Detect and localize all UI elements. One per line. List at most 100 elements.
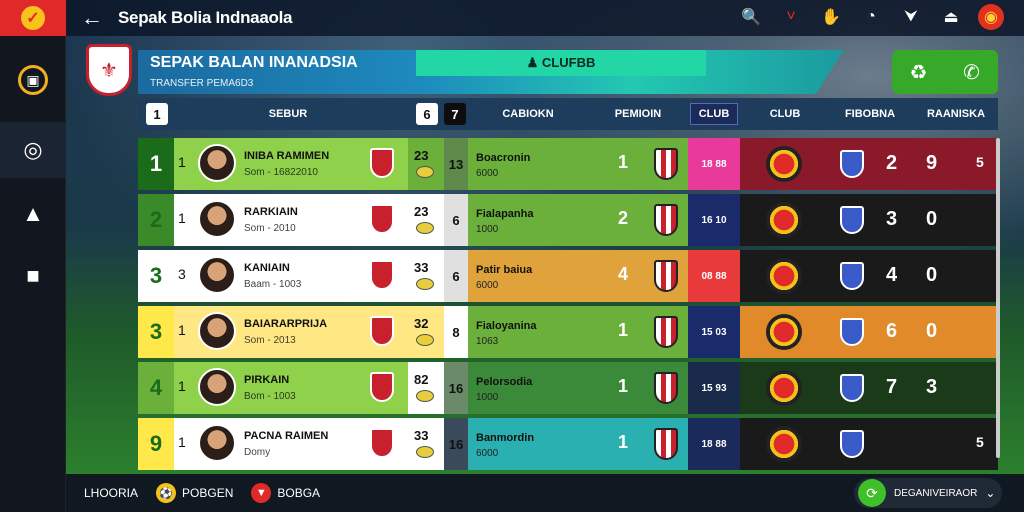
avatar bbox=[198, 424, 236, 462]
secondary-number: 8 bbox=[444, 306, 468, 358]
app-logo[interactable]: ✓ bbox=[0, 0, 66, 36]
header-col6[interactable]: PEMIOIN bbox=[608, 98, 668, 130]
club-cell[interactable]: Banmordin 6000 1 bbox=[468, 418, 688, 470]
table-row[interactable]: 9 1 PACNA RAIMEN Domy 33 16 Banmordin 60… bbox=[138, 418, 998, 470]
right-cell[interactable]: 7 3 bbox=[740, 362, 998, 414]
value-1: 3 bbox=[886, 208, 898, 230]
club-subtitle: 6000 bbox=[476, 280, 499, 291]
recycle-icon[interactable]: ♻ bbox=[904, 57, 934, 87]
right-cell[interactable]: 4 0 bbox=[740, 250, 998, 302]
club-cell[interactable]: Pelorsodia 1000 1 bbox=[468, 362, 688, 414]
avatar bbox=[198, 144, 236, 182]
right-cell[interactable]: 2 9 5 bbox=[740, 138, 998, 190]
header-col10[interactable]: RAANISKA bbox=[924, 98, 988, 130]
secondary-number: 13 bbox=[444, 138, 468, 190]
stat-cell: 33 bbox=[408, 250, 444, 302]
club-cell[interactable]: Fialapanha 1000 2 bbox=[468, 194, 688, 246]
table-row[interactable]: 3 1 BAIARARPRIJA Som - 2013 32 8 Fialoya… bbox=[138, 306, 998, 358]
table-row[interactable]: 3 3 KANIAIN Baam - 1003 33 6 Patir baiua… bbox=[138, 250, 998, 302]
stat-cell: 82 bbox=[408, 362, 444, 414]
player-name: KANIAIN bbox=[244, 262, 290, 274]
value-2: 0 bbox=[926, 264, 938, 286]
player-cell[interactable]: 3 KANIAIN Baam - 1003 bbox=[174, 250, 408, 302]
player-cell[interactable]: 1 BAIARARPRIJA Som - 2013 bbox=[174, 306, 408, 358]
position-number: 1 bbox=[178, 378, 186, 394]
chevron-icon[interactable]: ˅ bbox=[778, 4, 804, 30]
scrollbar[interactable] bbox=[996, 138, 1000, 458]
table-row[interactable]: 1 1 INIBA RAMIMEN Som - 16822010 23 13 B… bbox=[138, 138, 998, 190]
player-name: BAIARARPRIJA bbox=[244, 318, 328, 330]
arrow-left-icon: ← bbox=[81, 5, 103, 30]
position-number: 1 bbox=[178, 210, 186, 226]
player-club-crest bbox=[370, 428, 394, 458]
percent-cell: 18 88 bbox=[688, 138, 740, 190]
header-col5[interactable]: CABIOKN bbox=[488, 98, 568, 130]
hand-icon[interactable]: ✋ bbox=[818, 4, 844, 30]
avatar bbox=[198, 368, 236, 406]
ball-icon bbox=[416, 334, 434, 346]
search-icon[interactable]: 🔍 bbox=[738, 4, 764, 30]
value-2: 9 bbox=[926, 152, 938, 174]
player-subtitle: Som - 16822010 bbox=[244, 167, 318, 178]
player-subtitle: Som - 2010 bbox=[244, 223, 296, 234]
player-cell[interactable]: 1 PIRKAIN Bom - 1003 bbox=[174, 362, 408, 414]
percent-cell: 15 93 bbox=[688, 362, 740, 414]
right-cell[interactable]: 6 0 bbox=[740, 306, 998, 358]
player-name: PIRKAIN bbox=[244, 374, 290, 386]
shop-icon: ▣ bbox=[18, 65, 48, 95]
bottom-item-2-label: POBGEN bbox=[182, 486, 234, 500]
chat-icon[interactable]: ◔ bbox=[858, 4, 884, 30]
club-cell[interactable]: Boacronin 6000 1 bbox=[468, 138, 688, 190]
alert-icon[interactable]: ⏏ bbox=[938, 4, 964, 30]
deganiveiraor-dropdown[interactable]: ⟳ DEGANIVEIRAOR ⌄ bbox=[854, 478, 1002, 508]
sidebar-item-cleat[interactable]: ▲ bbox=[0, 186, 66, 242]
player-name: INIBA RAMIMEN bbox=[244, 150, 330, 162]
value-1: 7 bbox=[886, 376, 898, 398]
header-col8[interactable]: CLUB bbox=[758, 98, 812, 130]
shield-crest-icon bbox=[840, 318, 864, 346]
back-button[interactable]: ← bbox=[66, 5, 118, 31]
bottom-item-3[interactable]: ▼ BOBGA bbox=[251, 483, 320, 503]
table-row[interactable]: 4 1 PIRKAIN Bom - 1003 82 16 Pelorsodia … bbox=[138, 362, 998, 414]
table-row[interactable]: 2 1 RARKIAIN Som - 2010 23 6 Fialapanha … bbox=[138, 194, 998, 246]
striped-crest-icon bbox=[654, 428, 678, 460]
player-cell[interactable]: 1 INIBA RAMIMEN Som - 16822010 bbox=[174, 138, 408, 190]
player-cell[interactable]: 1 RARKIAIN Som - 2010 bbox=[174, 194, 408, 246]
bottom-item-1[interactable]: LHOORIA bbox=[84, 486, 138, 500]
player-club-crest bbox=[370, 148, 394, 178]
header-col1[interactable]: 1 bbox=[146, 103, 168, 125]
header-col9[interactable]: FIBOBNA bbox=[840, 98, 900, 130]
right-cell[interactable]: 3 0 bbox=[740, 194, 998, 246]
stat-cell: 32 bbox=[408, 306, 444, 358]
player-name: PACNA RAIMEN bbox=[244, 430, 329, 442]
sidebar-item-shop[interactable]: ▣ bbox=[0, 52, 66, 108]
club-name: Patir baiua bbox=[476, 264, 533, 276]
header-col4[interactable]: 7 bbox=[444, 103, 466, 125]
header-col2[interactable]: SEBUR bbox=[248, 98, 328, 130]
striped-crest-icon bbox=[654, 148, 678, 180]
player-club-crest bbox=[370, 372, 394, 402]
swirl-icon: ⟳ bbox=[858, 479, 886, 507]
stat-value: 82 bbox=[414, 372, 429, 387]
header-col7[interactable]: CLUB bbox=[689, 103, 739, 125]
header-banner: SEPAK BALAN INANADSIA TRANSFER PEMA6D3 ♟… bbox=[138, 50, 844, 94]
club-name: Pelorsodia bbox=[476, 376, 533, 388]
striped-crest-icon bbox=[654, 316, 678, 348]
club-tab[interactable]: ♟ CLUFBB bbox=[416, 50, 706, 76]
sidebar-item-team[interactable]: ■ bbox=[0, 248, 66, 304]
banner-title: SEPAK BALAN INANADSIA bbox=[150, 54, 358, 71]
dropdown-label: DEGANIVEIRAOR bbox=[894, 487, 978, 499]
inbox-icon[interactable]: ⮟ bbox=[898, 4, 924, 30]
sidebar-item-whistle[interactable]: ◎ bbox=[0, 122, 66, 178]
club-cell[interactable]: Fialoyanina 1063 1 bbox=[468, 306, 688, 358]
right-cell[interactable]: 5 bbox=[740, 418, 998, 470]
header-col3[interactable]: 6 bbox=[416, 103, 438, 125]
club-cell[interactable]: Patir baiua 6000 4 bbox=[468, 250, 688, 302]
bottom-item-2[interactable]: ⚽ POBGEN bbox=[156, 483, 233, 503]
secondary-number: 6 bbox=[444, 250, 468, 302]
stat-value: 33 bbox=[414, 428, 429, 443]
phone-icon[interactable]: ✆ bbox=[957, 57, 987, 87]
profile-icon[interactable]: ◉ bbox=[978, 4, 1004, 30]
avatar bbox=[198, 256, 236, 294]
player-cell[interactable]: 1 PACNA RAIMEN Domy bbox=[174, 418, 408, 470]
